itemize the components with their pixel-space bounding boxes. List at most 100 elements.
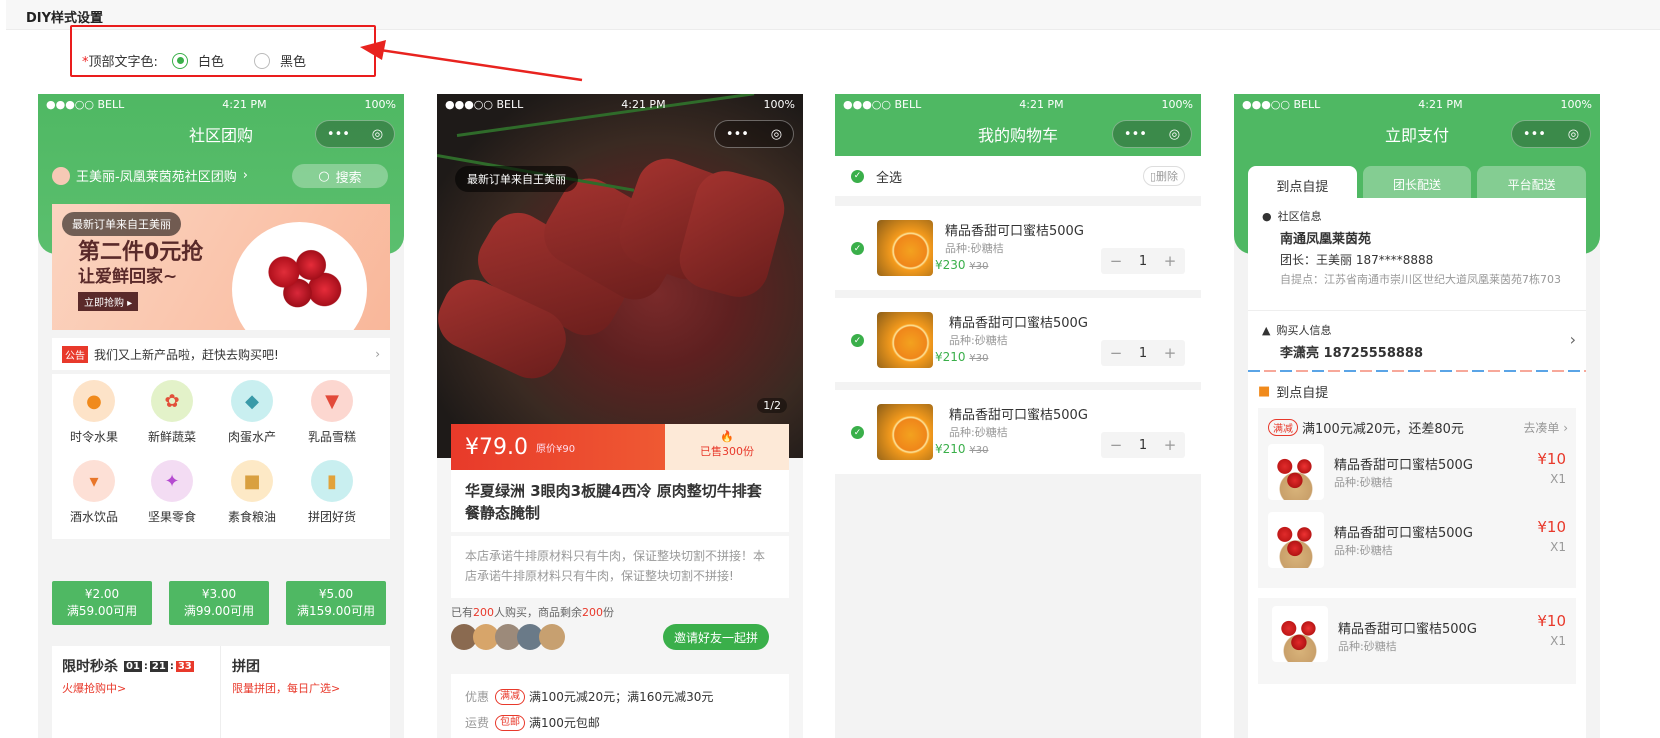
coupon[interactable]: ¥5.00 满159.00可用 <box>286 581 386 625</box>
invite-friends-button[interactable]: 邀请好友一起拼 <box>663 624 769 650</box>
group-buy-link[interactable]: 限量拼团，每日广选> <box>232 680 340 696</box>
text-color-option: *顶部文字色: 白色 黑色 <box>82 51 336 70</box>
avatar <box>52 166 70 185</box>
category-item[interactable]: ▼ 乳品雪糕 <box>292 380 372 445</box>
price: ¥79.0 <box>465 434 528 460</box>
user-icon: ▲ <box>1262 323 1271 337</box>
package-icon: ■ <box>1258 384 1271 399</box>
checkbox-checked-icon[interactable]: ✓ <box>851 242 864 255</box>
minus-button: − <box>1109 344 1123 362</box>
countdown-seconds: 33 <box>175 660 194 672</box>
buyer-avatars <box>451 624 565 650</box>
flash-sale-section: 限时秒杀 01: 21: 33 火爆抢购中> 拼团 限量拼团，每日广选> <box>52 646 390 738</box>
checkbox-checked-icon[interactable]: ✓ <box>851 334 864 347</box>
category-item[interactable]: ▮ 拼团好货 <box>292 460 372 525</box>
close-icon: ◎ <box>1168 126 1181 142</box>
category-item[interactable]: ◆ 肉蛋水产 <box>212 380 292 445</box>
option-label: 顶部文字色: <box>88 55 158 70</box>
notice-bar[interactable]: 公告 我们又上新产品啦，赶快去购买吧! › <box>52 338 390 370</box>
radio-white[interactable]: 白色 <box>172 51 224 70</box>
more-icon: ••• <box>326 126 350 142</box>
category-item[interactable]: ■ 素食粮油 <box>212 460 292 525</box>
category-item[interactable]: ● 时令水果 <box>54 380 134 445</box>
search-input[interactable]: ○ 搜索 <box>292 164 388 188</box>
checkbox-checked-icon[interactable]: ✓ <box>851 169 864 183</box>
product-title: 华夏绿洲 3眼肉3板腱4西冷 原肉整切牛排套餐静态腌制 <box>451 470 789 532</box>
tab-leader-delivery[interactable]: 团长配送 <box>1362 166 1472 198</box>
order-item: 精品香甜可口蜜桔500G 品种:砂糖桔 ¥10 X1 <box>1268 512 1566 572</box>
minus-button: − <box>1109 436 1123 454</box>
fire-icon: 🔥 <box>720 430 734 443</box>
status-bar: ●●●○○ BELL 4:21 PM 100% <box>843 97 1193 111</box>
capsule-button[interactable]: ••• ◎ <box>1511 120 1591 148</box>
quantity-stepper[interactable]: −1 + <box>1101 340 1185 366</box>
promo-row: 满减 满100元减20元，还差80元 去凑单 › <box>1268 418 1568 437</box>
capsule-button[interactable]: ••• ◎ <box>1112 120 1192 148</box>
delete-button[interactable]: ▯删除 <box>1142 166 1185 186</box>
coupon[interactable]: ¥2.00 满59.00可用 <box>52 581 152 625</box>
plus-button: + <box>1163 344 1177 362</box>
order-section: ■ 到点自提 满减 满100元减20元，还差80元 去凑单 › 精品香甜可口蜜桔5… <box>1248 372 1586 738</box>
checkbox-checked-icon[interactable]: ✓ <box>851 426 864 439</box>
plus-button: + <box>1163 252 1177 270</box>
search-icon: ○ <box>318 168 330 184</box>
tab-platform-delivery[interactable]: 平台配送 <box>1477 166 1587 198</box>
select-all-label: 全选 <box>876 170 903 186</box>
more-icon: ••• <box>725 126 749 142</box>
price-bar: ¥79.0 原价¥90 🔥 已售300份 <box>451 424 789 470</box>
drink-icon: ▾ <box>73 460 115 502</box>
cart-item: ✓ 精品香甜可口蜜桔500G 品种:砂糖桔 ¥230 ¥30 −1 + <box>835 206 1201 290</box>
product-description: 本店承诺牛排原材料只有牛肉，保证整块切割不拼接！本店承诺牛排原材料只有牛肉，保证… <box>451 536 789 598</box>
address-card: ● 社区信息 南通凤凰莱茵苑 团长：王美丽 187****8888 自提点：江苏省… <box>1248 198 1586 372</box>
fish-icon: ◆ <box>231 380 273 422</box>
icecream-icon: ▼ <box>311 380 353 422</box>
group-goods-icon: ▮ <box>311 460 353 502</box>
category-item[interactable]: ▾ 酒水饮品 <box>54 460 134 525</box>
strawberry-image <box>1272 606 1328 662</box>
capsule-button[interactable]: ••• ◎ <box>714 120 794 148</box>
steak-image[interactable] <box>437 94 803 458</box>
location-icon: ● <box>1262 209 1272 223</box>
status-bar: ●●●○○ BELL 4:21 PM 100% <box>46 97 396 111</box>
capsule-button[interactable]: ••• ◎ <box>315 120 395 148</box>
orange-icon: ● <box>73 380 115 422</box>
quantity-stepper[interactable]: −1 + <box>1101 248 1185 274</box>
chevron-right-icon: › <box>242 168 248 183</box>
category-grid: ● 时令水果 ✿ 新鲜蔬菜 ◆ 肉蛋水产 ▼ 乳品雪糕 ▾ 酒水饮品 ✦ 坚果零食 ■ 素食粮… <box>52 374 390 539</box>
strawberry-image <box>1268 444 1324 500</box>
chevron-right-icon[interactable]: › <box>1570 330 1576 349</box>
cart-item: ✓ 精品香甜可口蜜桔500G 品种:砂糖桔 ¥210 ¥30 −1 + <box>835 390 1201 474</box>
orange-image <box>877 312 933 368</box>
more-icon: ••• <box>1123 126 1147 142</box>
phone-product-detail: ●●●○○ BELL 4:21 PM 100% ••• ◎ 最新订单来自王美丽 1/2… <box>437 94 803 738</box>
buy-now-button[interactable]: 立即抢购 ▸ <box>78 292 139 311</box>
countdown-minutes: 21 <box>149 660 168 672</box>
add-more-link[interactable]: 去凑单 › <box>1523 419 1568 436</box>
quantity-stepper[interactable]: −1 + <box>1101 432 1185 458</box>
order-item: 精品香甜可口蜜桔500G 品种:砂糖桔 ¥10 X1 <box>1268 444 1566 504</box>
plus-button: + <box>1163 436 1177 454</box>
snack-icon: ✦ <box>151 460 193 502</box>
status-bar: ●●●○○ BELL 4:21 PM 100% <box>1242 97 1592 111</box>
phone-cart: ●●●○○ BELL 4:21 PM 100% 我的购物车 ••• ◎ ✓ 全选 ▯删… <box>835 94 1201 738</box>
countdown-hours: 01 <box>124 660 142 672</box>
tab-pickup[interactable]: 到点自提 <box>1248 166 1357 198</box>
store-selector[interactable]: 王美丽-凤凰莱茵苑社区团购 › <box>52 166 248 185</box>
category-item[interactable]: ✦ 坚果零食 <box>132 460 212 525</box>
minus-button: − <box>1109 252 1123 270</box>
select-all-bar: ✓ 全选 ▯删除 <box>835 156 1201 196</box>
original-price: 原价¥90 <box>535 443 576 455</box>
radio-black[interactable]: 黑色 <box>254 51 306 70</box>
radio-unchecked-icon <box>254 52 271 69</box>
promo-section: 优惠 满减 满100元减20元；满160元减30元 运费 包邮 满100元包邮 <box>451 674 789 738</box>
coupon[interactable]: ¥3.00 满99.00可用 <box>169 581 269 625</box>
category-item[interactable]: ✿ 新鲜蔬菜 <box>132 380 212 445</box>
status-bar: ●●●○○ BELL 4:21 PM 100% <box>445 97 795 111</box>
orange-image <box>877 404 933 460</box>
sold-count: 🔥 已售300份 <box>665 424 789 470</box>
cart-item: ✓ 精品香甜可口蜜桔500G 品种:砂糖桔 ¥210 ¥30 −1 + <box>835 298 1201 382</box>
order-item: 精品香甜可口蜜桔500G 品种:砂糖桔 ¥10 X1 <box>1272 606 1570 666</box>
promo-banner[interactable]: 最新订单来自王美丽 第二件0元抢 让爱鲜回家~ 立即抢购 ▸ <box>52 204 390 330</box>
phone-checkout: ●●●○○ BELL 4:21 PM 100% 立即支付 ••• ◎ 到点自提 团长配… <box>1234 94 1600 738</box>
flash-sale-link[interactable]: 火爆抢购中> <box>62 680 126 696</box>
